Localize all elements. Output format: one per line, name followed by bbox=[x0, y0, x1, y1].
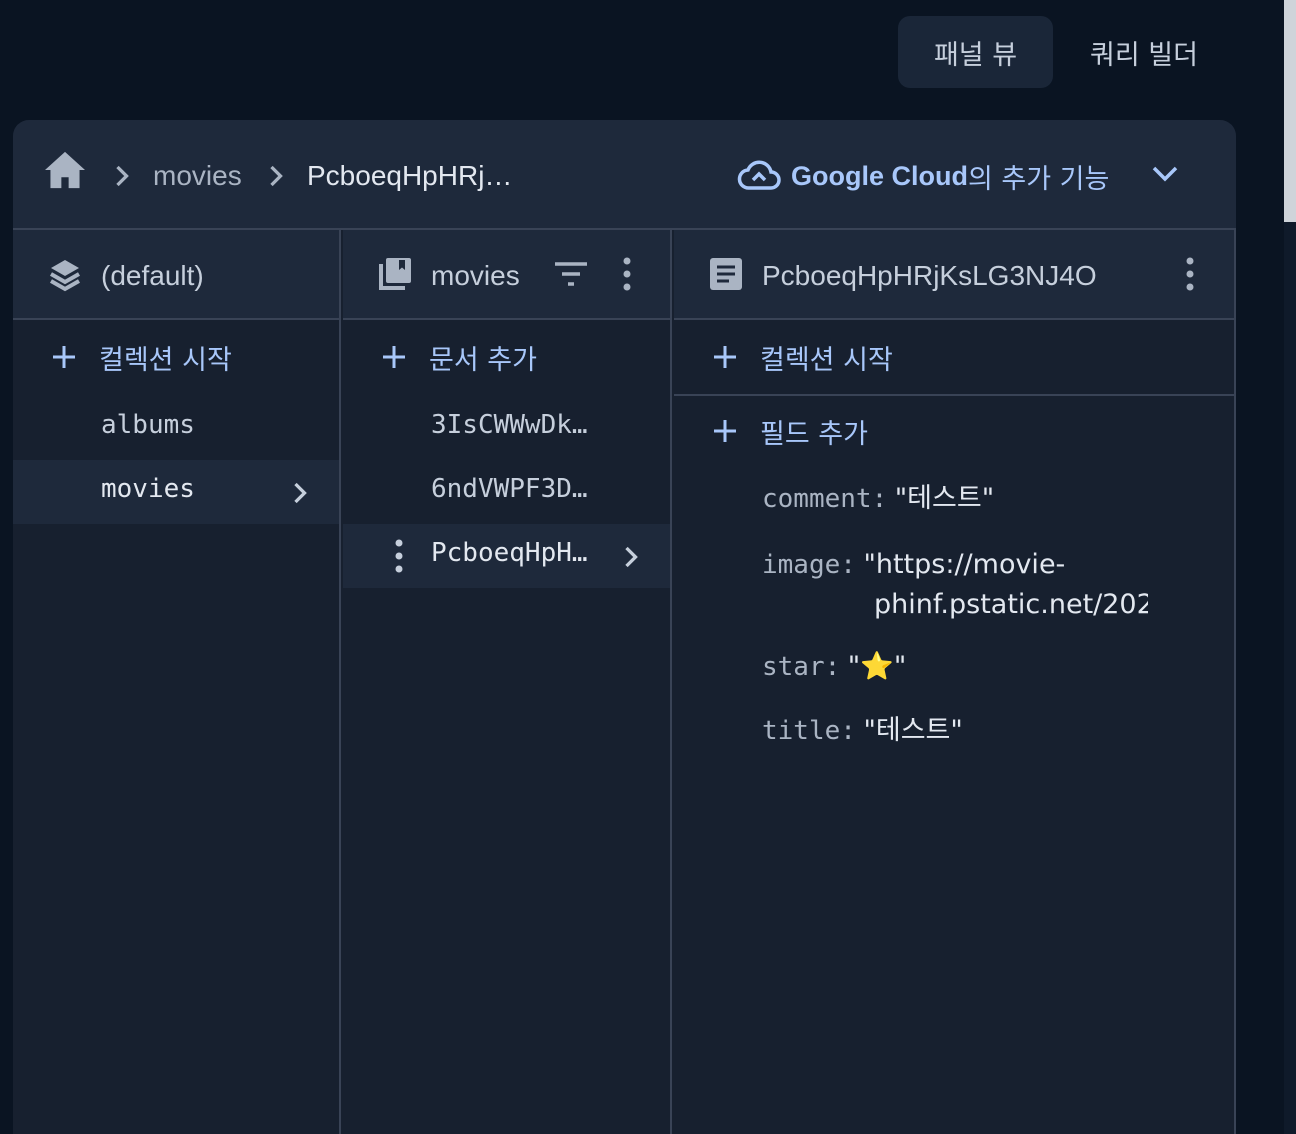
document-column: PcboeqHpHRjKsLG3NJ4O 컬렉션 시작 필드 추가 commen… bbox=[674, 230, 1236, 1134]
chevron-right-icon bbox=[625, 546, 638, 568]
start-subcollection-label: 컬렉션 시작 bbox=[760, 345, 893, 376]
field-value: phinf.pstatic.net/20210728_2 bbox=[874, 589, 1148, 620]
field-row-title[interactable]: title: "테스트" bbox=[762, 710, 963, 751]
filter-icon[interactable] bbox=[553, 256, 589, 292]
collection-column-header: movies bbox=[343, 230, 670, 320]
document-icon bbox=[710, 258, 742, 290]
add-document-button[interactable]: 문서 추가 bbox=[343, 322, 670, 392]
list-item-label: PcboeqHpH… bbox=[431, 538, 588, 568]
google-cloud-brand: Google Cloud bbox=[791, 160, 968, 191]
field-row-comment[interactable]: comment: "테스트" bbox=[762, 478, 994, 519]
google-cloud-suffix: 의 추가 기능 bbox=[967, 163, 1110, 195]
plus-icon bbox=[714, 420, 736, 442]
more-vert-icon[interactable] bbox=[1184, 256, 1196, 292]
breadcrumb-document[interactable]: PcboeqHpHRjK… bbox=[307, 158, 527, 194]
panel-view-button[interactable]: 패널 뷰 bbox=[898, 16, 1053, 88]
collection-title: movies bbox=[431, 260, 520, 291]
home-icon[interactable] bbox=[43, 150, 87, 190]
more-vert-icon[interactable] bbox=[621, 256, 633, 292]
start-subcollection-button[interactable]: 컬렉션 시작 bbox=[674, 322, 1234, 392]
field-value: " bbox=[847, 651, 861, 682]
field-value: "https://movie- bbox=[863, 549, 1066, 580]
plus-icon bbox=[53, 346, 75, 368]
field-value: " bbox=[893, 651, 907, 682]
database-stack-icon bbox=[50, 260, 80, 292]
plus-icon bbox=[714, 346, 736, 368]
chevron-right-icon bbox=[116, 165, 129, 187]
collection-column: movies 문서 추가 3IsCWWwDk… 6ndVWPF3D… Pcboe… bbox=[343, 230, 672, 1134]
breadcrumb: movies PcboeqHpHRjK… Google Cloud 의 추가 기… bbox=[13, 120, 1236, 230]
collection-item-albums[interactable]: albums bbox=[13, 396, 339, 460]
add-field-button[interactable]: 필드 추가 bbox=[674, 396, 1234, 466]
star-emoji: ⭐ bbox=[860, 651, 894, 682]
page-scrollbar[interactable] bbox=[1284, 0, 1296, 1134]
query-builder-button[interactable]: 쿼리 빌더 bbox=[1068, 16, 1220, 88]
data-panel: movies PcboeqHpHRjK… Google Cloud 의 추가 기… bbox=[13, 120, 1236, 1134]
breadcrumb-collection[interactable]: movies bbox=[153, 158, 242, 194]
field-value: "테스트" bbox=[863, 715, 963, 746]
field-value: "테스트" bbox=[894, 483, 995, 514]
chevron-down-icon[interactable] bbox=[1151, 164, 1179, 186]
document-title: PcboeqHpHRjKsLG3NJ4O bbox=[762, 260, 1097, 291]
collection-item-movies[interactable]: movies bbox=[13, 460, 339, 524]
google-cloud-features-button[interactable]: Google Cloud 의 추가 기능 bbox=[737, 154, 1109, 198]
list-item-label: 3IsCWWwDk… bbox=[431, 410, 588, 440]
chevron-right-icon bbox=[270, 165, 283, 187]
list-item-label: albums bbox=[101, 410, 195, 440]
field-row-star[interactable]: star: "⭐" bbox=[762, 646, 906, 687]
document-item-selected[interactable]: PcboeqHpH… bbox=[343, 524, 670, 588]
list-item-label: 6ndVWPF3D… bbox=[431, 474, 588, 504]
start-collection-label: 컬렉션 시작 bbox=[99, 345, 232, 376]
field-key: star: bbox=[762, 652, 841, 682]
chevron-right-icon bbox=[294, 482, 307, 504]
field-key: image: bbox=[762, 550, 856, 580]
document-item[interactable]: 3IsCWWwDk… bbox=[343, 396, 670, 460]
more-vert-icon[interactable] bbox=[393, 538, 405, 574]
top-bar: 패널 뷰 쿼리 빌더 bbox=[0, 0, 1284, 104]
field-key: comment: bbox=[762, 484, 888, 514]
document-column-header: PcboeqHpHRjKsLG3NJ4O bbox=[674, 230, 1234, 320]
start-collection-button[interactable]: 컬렉션 시작 bbox=[13, 322, 339, 392]
add-field-label: 필드 추가 bbox=[760, 419, 868, 450]
database-column-header: (default) bbox=[13, 230, 339, 320]
cloud-icon bbox=[737, 160, 781, 190]
database-title: (default) bbox=[101, 260, 204, 291]
add-document-label: 문서 추가 bbox=[429, 345, 537, 376]
document-item[interactable]: 6ndVWPF3D… bbox=[343, 460, 670, 524]
field-value-continuation: phinf.pstatic.net/20210728_2 bbox=[874, 584, 1148, 625]
database-column: (default) 컬렉션 시작 albums movies bbox=[13, 230, 341, 1134]
scrollbar-thumb[interactable] bbox=[1284, 0, 1296, 222]
field-row-image[interactable]: image: "https://movie- bbox=[762, 544, 1065, 585]
collection-icon bbox=[379, 258, 411, 290]
plus-icon bbox=[383, 346, 405, 368]
field-key: title: bbox=[762, 716, 856, 746]
list-item-label: movies bbox=[101, 474, 195, 504]
